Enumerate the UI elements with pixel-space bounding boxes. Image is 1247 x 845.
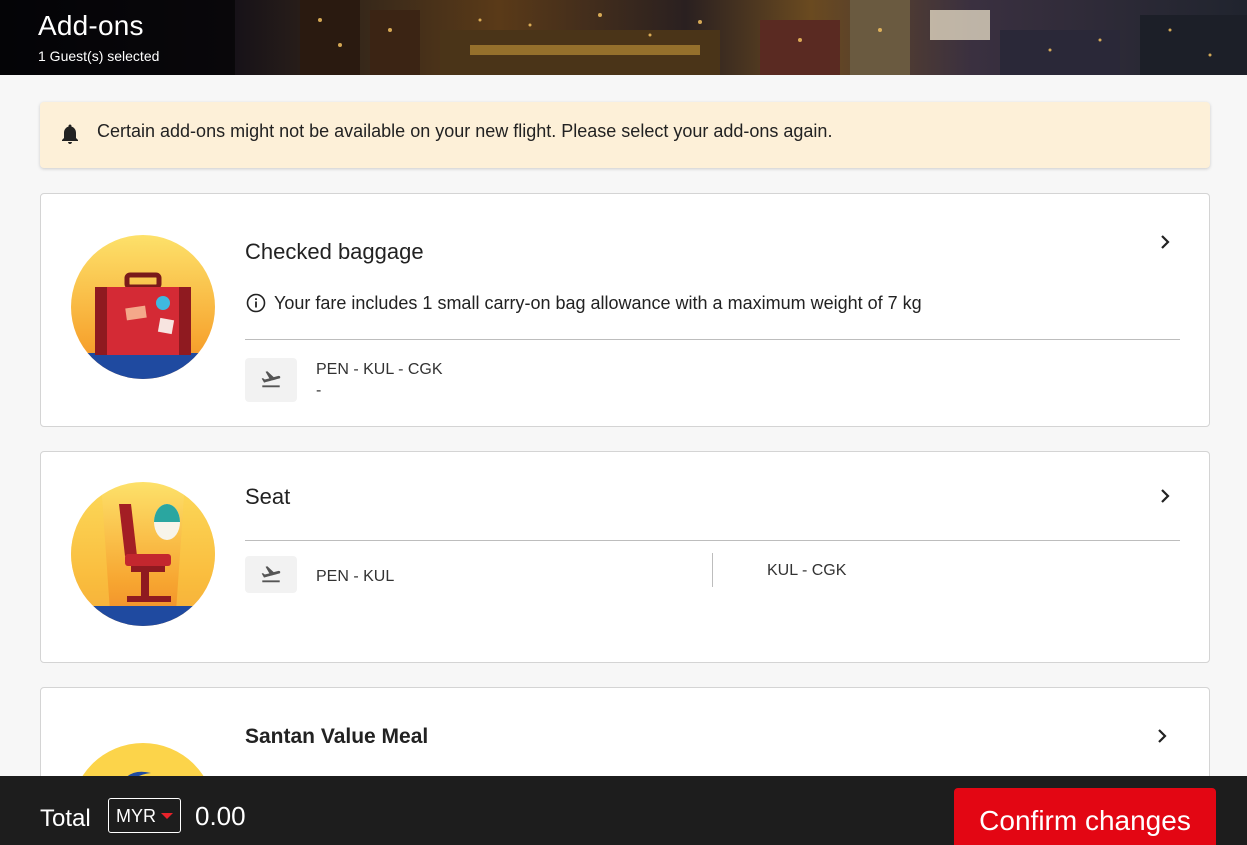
total-amount: 0.00 (195, 801, 246, 831)
currency-code: MYR (116, 806, 156, 826)
seat-title: Seat (245, 484, 291, 509)
divider (245, 339, 1180, 340)
seat-card[interactable]: Seat PEN - KUL KUL - CGK (40, 451, 1210, 663)
guest-count: 1 Guest(s) selected (38, 48, 160, 64)
bell-icon (62, 124, 78, 144)
page-title: Add-ons (38, 10, 144, 41)
suitcase-illustration (71, 235, 215, 379)
flight-icon-box (245, 556, 297, 593)
currency-select[interactable]: MYR (108, 798, 181, 833)
checked-baggage-title: Checked baggage (245, 239, 424, 264)
chevron-right-icon[interactable] (1158, 489, 1172, 503)
flight-icon-box (245, 358, 297, 402)
confirm-changes-button[interactable]: Confirm changes (954, 788, 1216, 845)
info-icon (246, 293, 266, 313)
segment-divider (712, 553, 713, 587)
chevron-right-icon[interactable] (1155, 729, 1169, 743)
page-header: Add-ons 1 Guest(s) selected (0, 0, 1247, 75)
total-footer-bar: Total MYR 0.00 Confirm changes (0, 776, 1247, 845)
baggage-selection-value: - (316, 382, 322, 399)
checked-baggage-card[interactable]: Checked baggage Your fare includes 1 sma… (40, 193, 1210, 427)
caret-down-icon (161, 813, 173, 819)
baggage-route: PEN - KUL - CGK (316, 361, 443, 378)
plane-takeoff-icon (261, 566, 281, 583)
seat-route-segment-1[interactable]: PEN - KUL (316, 568, 394, 586)
total-label: Total (40, 805, 91, 832)
addons-notice-banner: Certain add-ons might not be available o… (40, 102, 1210, 168)
plane-takeoff-icon (261, 371, 281, 388)
carry-on-allowance-info: Your fare includes 1 small carry-on bag … (274, 293, 922, 313)
seat-route-segment-2[interactable]: KUL - CGK (767, 562, 846, 580)
seat-illustration (71, 482, 215, 626)
divider (245, 540, 1180, 541)
chevron-right-icon[interactable] (1158, 235, 1172, 249)
notice-text: Certain add-ons might not be available o… (97, 121, 833, 141)
santan-value-meal-title: Santan Value Meal (245, 725, 429, 748)
